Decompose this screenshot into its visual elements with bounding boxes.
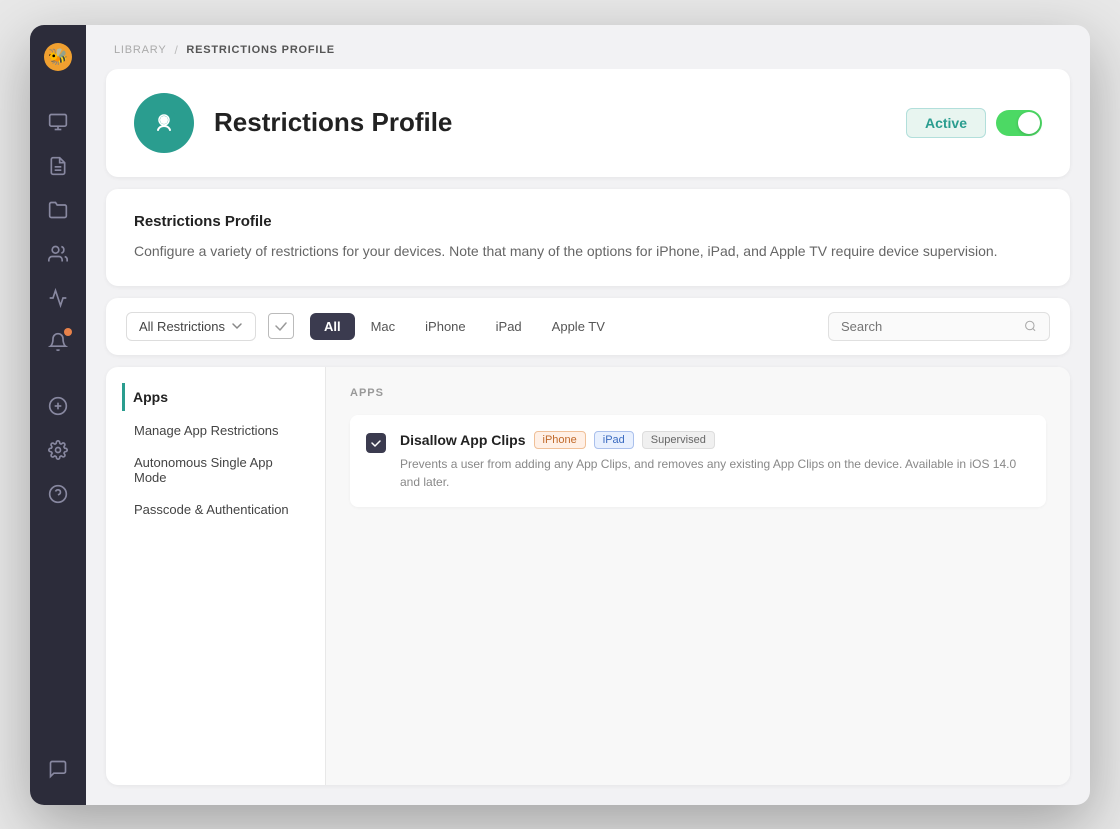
plus-icon[interactable] xyxy=(38,386,78,426)
restriction-item-disallow-app-clips: Disallow App Clips iPhone iPad Supervise… xyxy=(350,415,1046,507)
users-icon[interactable] xyxy=(38,234,78,274)
main-content: Library / Restrictions Profile Restricti… xyxy=(86,25,1090,805)
nav-item-autonomous-single-app-mode[interactable]: Autonomous Single App Mode xyxy=(122,447,309,493)
restriction-checkbox[interactable] xyxy=(366,433,386,453)
filter-bar: All Restrictions All Mac iPhone iPad App… xyxy=(106,298,1070,355)
section-label-apps: APPS xyxy=(350,387,1046,399)
main-window: 🐝 xyxy=(30,25,1090,805)
page-title: Restrictions Profile xyxy=(214,107,886,138)
status-container: Active xyxy=(906,108,1042,138)
content-area: Restrictions Profile Active Restrictions… xyxy=(86,69,1090,805)
tag-supervised: Supervised xyxy=(642,431,715,449)
active-toggle[interactable] xyxy=(996,110,1042,136)
search-icon xyxy=(1024,319,1037,333)
restrictions-dropdown[interactable]: All Restrictions xyxy=(126,312,256,341)
nav-section-apps-label: Apps xyxy=(133,389,168,405)
restriction-description: Prevents a user from adding any App Clip… xyxy=(400,455,1030,491)
gear-icon[interactable] xyxy=(38,430,78,470)
chart-icon[interactable] xyxy=(38,278,78,318)
bell-icon[interactable] xyxy=(38,322,78,362)
status-badge: Active xyxy=(906,108,986,138)
tag-iphone: iPhone xyxy=(534,431,586,449)
breadcrumb-library[interactable]: Library xyxy=(114,44,166,56)
bulk-checkbox[interactable] xyxy=(268,313,294,339)
restriction-title-row: Disallow App Clips iPhone iPad Supervise… xyxy=(400,431,1030,449)
dropdown-label: All Restrictions xyxy=(139,319,225,334)
nav-item-manage-app-restrictions[interactable]: Manage App Restrictions xyxy=(122,415,309,446)
document-icon[interactable] xyxy=(38,146,78,186)
tab-ipad[interactable]: iPad xyxy=(482,313,536,340)
profile-icon xyxy=(134,93,194,153)
filter-tabs: All Mac iPhone iPad Apple TV xyxy=(310,313,619,340)
svg-text:🐝: 🐝 xyxy=(48,48,68,66)
description-title: Restrictions Profile xyxy=(134,213,1042,230)
tab-all[interactable]: All xyxy=(310,313,355,340)
tab-mac[interactable]: Mac xyxy=(357,313,410,340)
nav-section-apps-header: Apps xyxy=(122,383,309,411)
chat-icon[interactable] xyxy=(38,749,78,789)
breadcrumb-current: Restrictions Profile xyxy=(186,44,335,56)
left-nav: Apps Manage App Restrictions Autonomous … xyxy=(106,367,326,785)
nav-item-passcode-authentication[interactable]: Passcode & Authentication xyxy=(122,494,309,525)
logo[interactable]: 🐝 xyxy=(42,41,74,78)
help-icon[interactable] xyxy=(38,474,78,514)
description-text: Configure a variety of restrictions for … xyxy=(134,240,1042,262)
monitor-icon[interactable] xyxy=(38,102,78,142)
tag-ipad: iPad xyxy=(594,431,634,449)
profile-card: Restrictions Profile Active xyxy=(106,69,1070,177)
tab-iphone[interactable]: iPhone xyxy=(411,313,479,340)
breadcrumb: Library / Restrictions Profile xyxy=(86,25,1090,69)
right-panel: APPS Disallow App Clips iPhone iPad xyxy=(326,367,1070,785)
checkmark-icon xyxy=(274,319,288,333)
search-input[interactable] xyxy=(841,319,1018,334)
search-box[interactable] xyxy=(828,312,1050,341)
folder-icon[interactable] xyxy=(38,190,78,230)
check-icon xyxy=(370,437,382,449)
restriction-name: Disallow App Clips xyxy=(400,432,526,448)
tab-appletv[interactable]: Apple TV xyxy=(538,313,619,340)
description-card: Restrictions Profile Configure a variety… xyxy=(106,189,1070,286)
restriction-content: Disallow App Clips iPhone iPad Supervise… xyxy=(400,431,1030,491)
notification-badge xyxy=(64,328,72,336)
split-panel: Apps Manage App Restrictions Autonomous … xyxy=(106,367,1070,785)
nav-section-apps: Apps Manage App Restrictions Autonomous … xyxy=(106,383,325,534)
sidebar: 🐝 xyxy=(30,25,86,805)
breadcrumb-separator: / xyxy=(174,43,178,57)
chevron-down-icon xyxy=(231,320,243,332)
